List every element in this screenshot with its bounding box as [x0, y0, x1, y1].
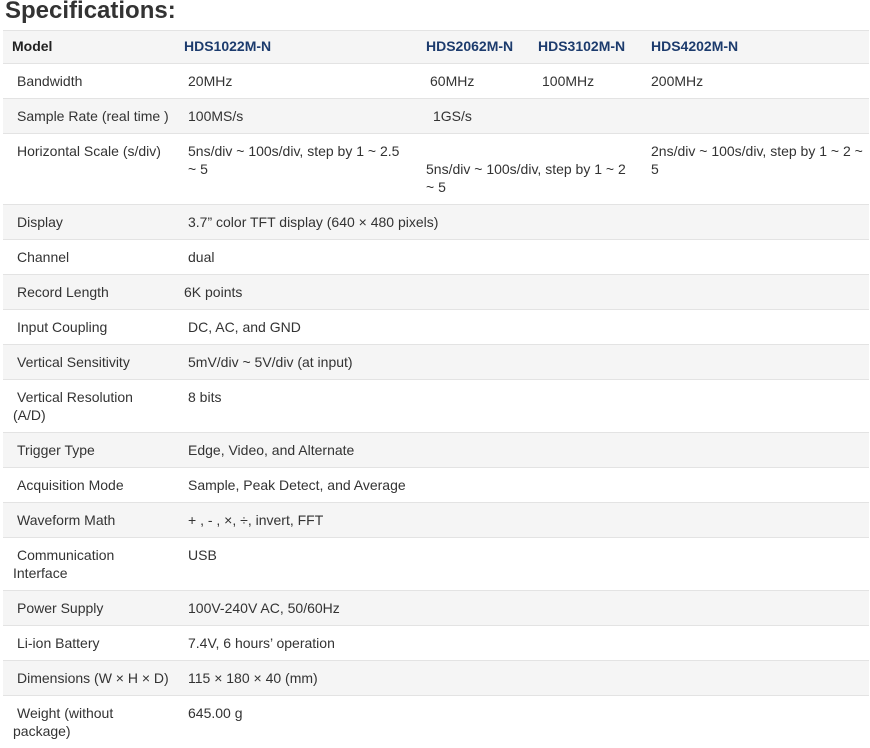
- model-name-hds4202m-n: HDS4202M-N: [645, 30, 869, 64]
- spec-value-bandwidth-hds3102m-n: 100MHz: [532, 64, 645, 99]
- header-label-model: Model: [3, 30, 178, 64]
- spec-value-bandwidth-hds1022m-n: 20MHz: [178, 64, 420, 99]
- spec-value-input-coupling: DC, AC, and GND: [178, 310, 869, 345]
- spec-value-sample-rate-others: 1GS/s: [420, 99, 869, 134]
- spec-row-bandwidth: Bandwidth 20MHz 60MHz 100MHz 200MHz: [3, 64, 869, 99]
- spec-value-horizontal-scale-hds4202m-n: 2ns/div ~ 100s/div, step by 1 ~ 2 ~ 5: [645, 134, 869, 205]
- spec-value-waveform-math: + , - , ×, ÷, invert, FFT: [178, 503, 869, 538]
- spec-value-vertical-sensitivity: 5mV/div ~ 5V/div (at input): [178, 345, 869, 380]
- spec-row-vertical-resolution: Vertical Resolution (A/D) 8 bits: [3, 380, 869, 433]
- spec-value-horizontal-scale-hds2062m-n-hds3102m-n: 5ns/div ~ 100s/div, step by 1 ~ 2 ~ 5: [420, 134, 645, 205]
- spec-row-vertical-sensitivity: Vertical Sensitivity 5mV/div ~ 5V/div (a…: [3, 345, 869, 380]
- spec-value-display: 3.7” color TFT display (640 × 480 pixels…: [178, 205, 869, 240]
- spec-row-sample-rate: Sample Rate (real time ) 100MS/s 1GS/s: [3, 99, 869, 134]
- spec-row-input-coupling: Input Coupling DC, AC, and GND: [3, 310, 869, 345]
- spec-value-trigger-type: Edge, Video, and Alternate: [178, 433, 869, 468]
- spec-row-weight: Weight (without package) 645.00 g: [3, 696, 869, 748]
- spec-row-horizontal-scale: Horizontal Scale (s/div) 5ns/div ~ 100s/…: [3, 134, 869, 205]
- spec-row-record-length: Record Length 6K points: [3, 275, 869, 310]
- model-name-hds2062m-n: HDS2062M-N: [420, 30, 532, 64]
- spec-label-bandwidth: Bandwidth: [3, 64, 178, 99]
- spec-header-row: Model HDS1022M-N HDS2062M-N HDS3102M-N H…: [3, 30, 869, 64]
- spec-value-bandwidth-hds2062m-n: 60MHz: [420, 64, 532, 99]
- spec-value-sample-rate-hds1022m-n: 100MS/s: [178, 99, 420, 134]
- spec-value-record-length: 6K points: [178, 275, 869, 310]
- spec-row-trigger-type: Trigger Type Edge, Video, and Alternate: [3, 433, 869, 468]
- spec-value-weight: 645.00 g: [188, 705, 243, 721]
- spec-row-power-supply: Power Supply 100V-240V AC, 50/60Hz: [3, 591, 869, 626]
- spec-value-acquisition-mode: Sample, Peak Detect, and Average: [178, 468, 869, 503]
- spec-value-li-ion-battery: 7.4V, 6 hours’ operation: [178, 626, 869, 661]
- spec-value-communication-interface: USB: [178, 538, 869, 591]
- spec-label-waveform-math: Waveform Math: [3, 503, 178, 538]
- spec-label-sample-rate: Sample Rate (real time ): [3, 99, 178, 134]
- spec-label-input-coupling: Input Coupling: [3, 310, 178, 345]
- spec-row-acquisition-mode: Acquisition Mode Sample, Peak Detect, an…: [3, 468, 869, 503]
- spec-row-waveform-math: Waveform Math + , - , ×, ÷, invert, FFT: [3, 503, 869, 538]
- spec-value-dimensions: 115 × 180 × 40 (mm): [178, 661, 869, 696]
- model-name-hds3102m-n: HDS3102M-N: [532, 30, 645, 64]
- spec-value-horizontal-scale-hds1022m-n: 5ns/div ~ 100s/div, step by 1 ~ 2.5 ~ 5: [178, 134, 420, 205]
- spec-label-trigger-type: Trigger Type: [3, 433, 178, 468]
- spec-label-record-length: Record Length: [3, 275, 178, 310]
- spec-value-power-supply: 100V-240V AC, 50/60Hz: [178, 591, 869, 626]
- spec-label-dimensions: Dimensions (W × H × D): [3, 661, 178, 696]
- spec-label-vertical-sensitivity: Vertical Sensitivity: [3, 345, 178, 380]
- spec-row-channel: Channel dual: [3, 240, 869, 275]
- spec-label-channel: Channel: [3, 240, 178, 275]
- spec-label-acquisition-mode: Acquisition Mode: [3, 468, 178, 503]
- spec-value-vertical-resolution: 8 bits: [178, 380, 869, 433]
- page-title: Specifications:: [5, 0, 176, 24]
- model-name-hds1022m-n: HDS1022M-N: [178, 30, 420, 64]
- spec-value-bandwidth-hds4202m-n: 200MHz: [645, 64, 869, 99]
- spec-label-weight: Weight (without package): [13, 705, 114, 739]
- spec-label-display: Display: [3, 205, 178, 240]
- spec-row-communication-interface: Communication Interface USB: [3, 538, 869, 591]
- spec-value-channel: dual: [178, 240, 869, 275]
- spec-table: Model HDS1022M-N HDS2062M-N HDS3102M-N H…: [3, 30, 869, 748]
- spec-label-horizontal-scale: Horizontal Scale (s/div): [3, 134, 178, 205]
- spec-label-vertical-resolution: Vertical Resolution (A/D): [3, 380, 178, 433]
- spec-label-communication-interface: Communication Interface: [3, 538, 178, 591]
- spec-row-display: Display 3.7” color TFT display (640 × 48…: [3, 205, 869, 240]
- spec-label-li-ion-battery: Li-ion Battery: [3, 626, 178, 661]
- spec-row-li-ion-battery: Li-ion Battery 7.4V, 6 hours’ operation: [3, 626, 869, 661]
- spec-label-power-supply: Power Supply: [3, 591, 178, 626]
- spec-row-dimensions: Dimensions (W × H × D) 115 × 180 × 40 (m…: [3, 661, 869, 696]
